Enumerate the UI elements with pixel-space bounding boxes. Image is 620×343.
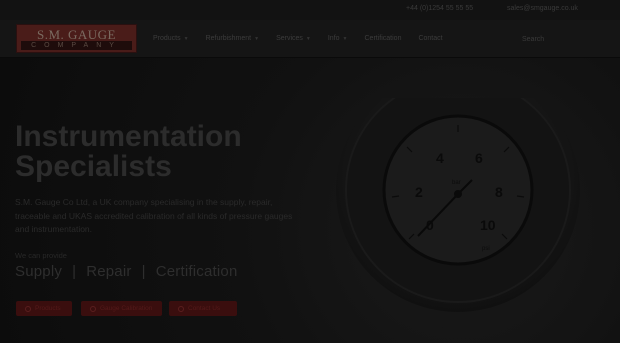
company-logo[interactable]: S.M. GAUGE COMPANY [16,24,137,53]
products-button[interactable]: Products [16,301,72,316]
nav-item-label: Products [153,35,181,42]
button-label: Contact Us [188,305,221,312]
circle-arrow-icon [90,305,96,312]
gauge-graphic: 0 2 4 6 8 10 bar psi [336,68,580,328]
separator: | [72,263,77,280]
calibration-button[interactable]: Gauge Calibration [81,301,162,316]
gauge-label-2: 2 [415,184,423,200]
circle-arrow-icon [178,305,184,312]
nav-item-certification[interactable]: Certification [365,35,402,42]
nav-item-contact[interactable]: Contact [418,35,442,42]
phone-link[interactable]: +44 (0)1254 55 55 55 [406,5,473,12]
contact-button[interactable]: Contact Us [169,301,237,316]
nav-item-services[interactable]: Services ▼ [276,35,311,42]
nav-item-label: Certification [364,35,402,42]
button-label: Gauge Calibration [100,305,153,312]
top-bar: +44 (0)1254 55 55 55 sales@smgauge.co.uk [0,0,620,20]
nav-item-refurbishment[interactable]: Refurbishment ▼ [206,35,259,42]
hero-section: Instrumentation Specialists S.M. Gauge C… [0,58,620,343]
search-link[interactable]: Search [522,36,544,43]
headline-line-1: Instrumentation [15,120,242,153]
hero-headline: Instrumentation Specialists [15,122,315,182]
chevron-down-icon: ▼ [305,35,311,42]
nav-item-info[interactable]: Info ▼ [328,35,348,42]
logo-line-2: COMPANY [21,41,132,50]
services-line: Supply | Repair | Certification [15,263,237,280]
circle-arrow-icon [25,305,31,312]
main-nav: S.M. GAUGE COMPANY Products ▼ Refurbishme… [0,20,620,58]
button-label: Products [35,305,61,312]
hero-description: S.M. Gauge Co Ltd, a UK company speciali… [15,197,293,234]
service-certification: Certification [155,263,238,280]
gauge-label-6: 6 [475,150,483,166]
pressure-gauge-image: 0 2 4 6 8 10 bar psi [330,68,585,343]
chevron-down-icon: ▼ [183,35,189,42]
gauge-label-4: 4 [436,150,444,166]
nav-item-label: Services [276,35,303,42]
gauge-label-10: 10 [480,217,496,233]
chevron-down-icon: ▼ [342,35,348,42]
service-repair: Repair [86,263,132,280]
nav-item-label: Contact [418,35,443,42]
service-supply: Supply [15,263,63,280]
headline-line-2: Specialists [15,150,172,183]
gauge-label-8: 8 [495,184,503,200]
email-link[interactable]: sales@smgauge.co.uk [507,5,578,12]
chevron-down-icon: ▼ [254,35,260,42]
nav-menu: Products ▼ Refurbishment ▼ Services ▼ Info ▼… [153,35,460,42]
gauge-hub [454,190,462,198]
nav-item-label: Refurbishment [205,35,252,42]
nav-item-label: Info [327,35,340,42]
separator: | [141,263,146,280]
gauge-unit-psi: psi [482,246,490,252]
gauge-unit-bar: bar [452,180,461,186]
nav-item-products[interactable]: Products ▼ [153,35,189,42]
offer-label: We can provide [15,251,67,260]
